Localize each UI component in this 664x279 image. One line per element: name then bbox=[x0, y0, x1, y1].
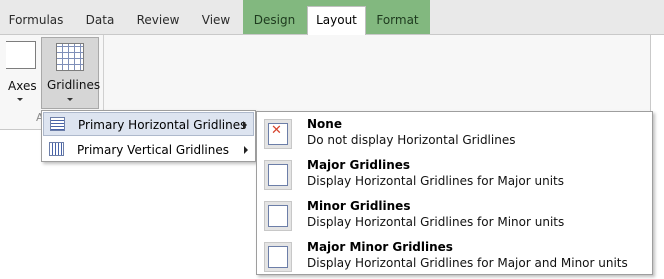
menu-item-primary-vertical-gridlines[interactable]: Primary Vertical Gridlines bbox=[43, 138, 254, 162]
chevron-right-icon bbox=[243, 121, 247, 129]
submenu-item-major-gridlines[interactable]: Major Gridlines Display Horizontal Gridl… bbox=[259, 155, 650, 195]
submenu-item-description: Do not display Horizontal Gridlines bbox=[307, 133, 516, 147]
horizontal-gridlines-submenu: ✕ None Do not display Horizontal Gridlin… bbox=[256, 111, 653, 275]
submenu-item-description: Display Horizontal Gridlines for Major u… bbox=[307, 174, 564, 188]
ribbon-tab-strip: Formulas Data Review View Design Layout … bbox=[0, 0, 664, 36]
tab-design[interactable]: Design bbox=[247, 7, 302, 34]
vertical-gridlines-icon bbox=[49, 142, 64, 156]
gridlines-label: Gridlines bbox=[47, 78, 101, 92]
submenu-item-description: Display Horizontal Gridlines for Major a… bbox=[307, 256, 628, 270]
axes-icon bbox=[6, 41, 36, 69]
axes-button[interactable]: Axes bbox=[0, 37, 38, 109]
submenu-item-title: Minor Gridlines bbox=[307, 199, 411, 213]
gridlines-icon bbox=[56, 43, 84, 71]
tab-layout[interactable]: Layout bbox=[307, 6, 366, 36]
submenu-item-minor-gridlines[interactable]: Minor Gridlines Display Horizontal Gridl… bbox=[259, 196, 650, 236]
tab-review[interactable]: Review bbox=[133, 7, 183, 34]
horizontal-gridlines-icon bbox=[50, 117, 65, 131]
gridlines-button[interactable]: Gridlines bbox=[41, 37, 101, 109]
submenu-item-title: Major Minor Gridlines bbox=[307, 240, 453, 254]
chevron-down-icon bbox=[67, 98, 73, 101]
major-gridlines-icon bbox=[264, 160, 292, 190]
axes-label: Axes bbox=[8, 79, 37, 93]
no-gridlines-icon: ✕ bbox=[264, 119, 292, 149]
tab-view[interactable]: View bbox=[196, 7, 236, 34]
menu-item-label: Primary Vertical Gridlines bbox=[77, 143, 230, 157]
chevron-down-icon bbox=[17, 98, 23, 101]
submenu-item-none[interactable]: ✕ None Do not display Horizontal Gridlin… bbox=[259, 114, 650, 154]
tab-formulas[interactable]: Formulas bbox=[6, 7, 66, 34]
minor-gridlines-icon bbox=[264, 201, 292, 231]
tab-data[interactable]: Data bbox=[80, 7, 120, 34]
menu-item-label: Primary Horizontal Gridlines bbox=[78, 118, 247, 132]
major-minor-gridlines-icon bbox=[264, 242, 292, 272]
submenu-item-description: Display Horizontal Gridlines for Minor u… bbox=[307, 215, 565, 229]
menu-item-primary-horizontal-gridlines[interactable]: Primary Horizontal Gridlines bbox=[43, 112, 254, 136]
gridlines-dropdown-menu: Primary Horizontal Gridlines Primary Ver… bbox=[41, 110, 256, 162]
submenu-item-major-minor-gridlines[interactable]: Major Minor Gridlines Display Horizontal… bbox=[259, 237, 650, 277]
submenu-item-title: None bbox=[307, 117, 342, 131]
chevron-right-icon bbox=[244, 146, 248, 154]
submenu-item-title: Major Gridlines bbox=[307, 158, 411, 172]
tab-format[interactable]: Format bbox=[370, 7, 425, 34]
